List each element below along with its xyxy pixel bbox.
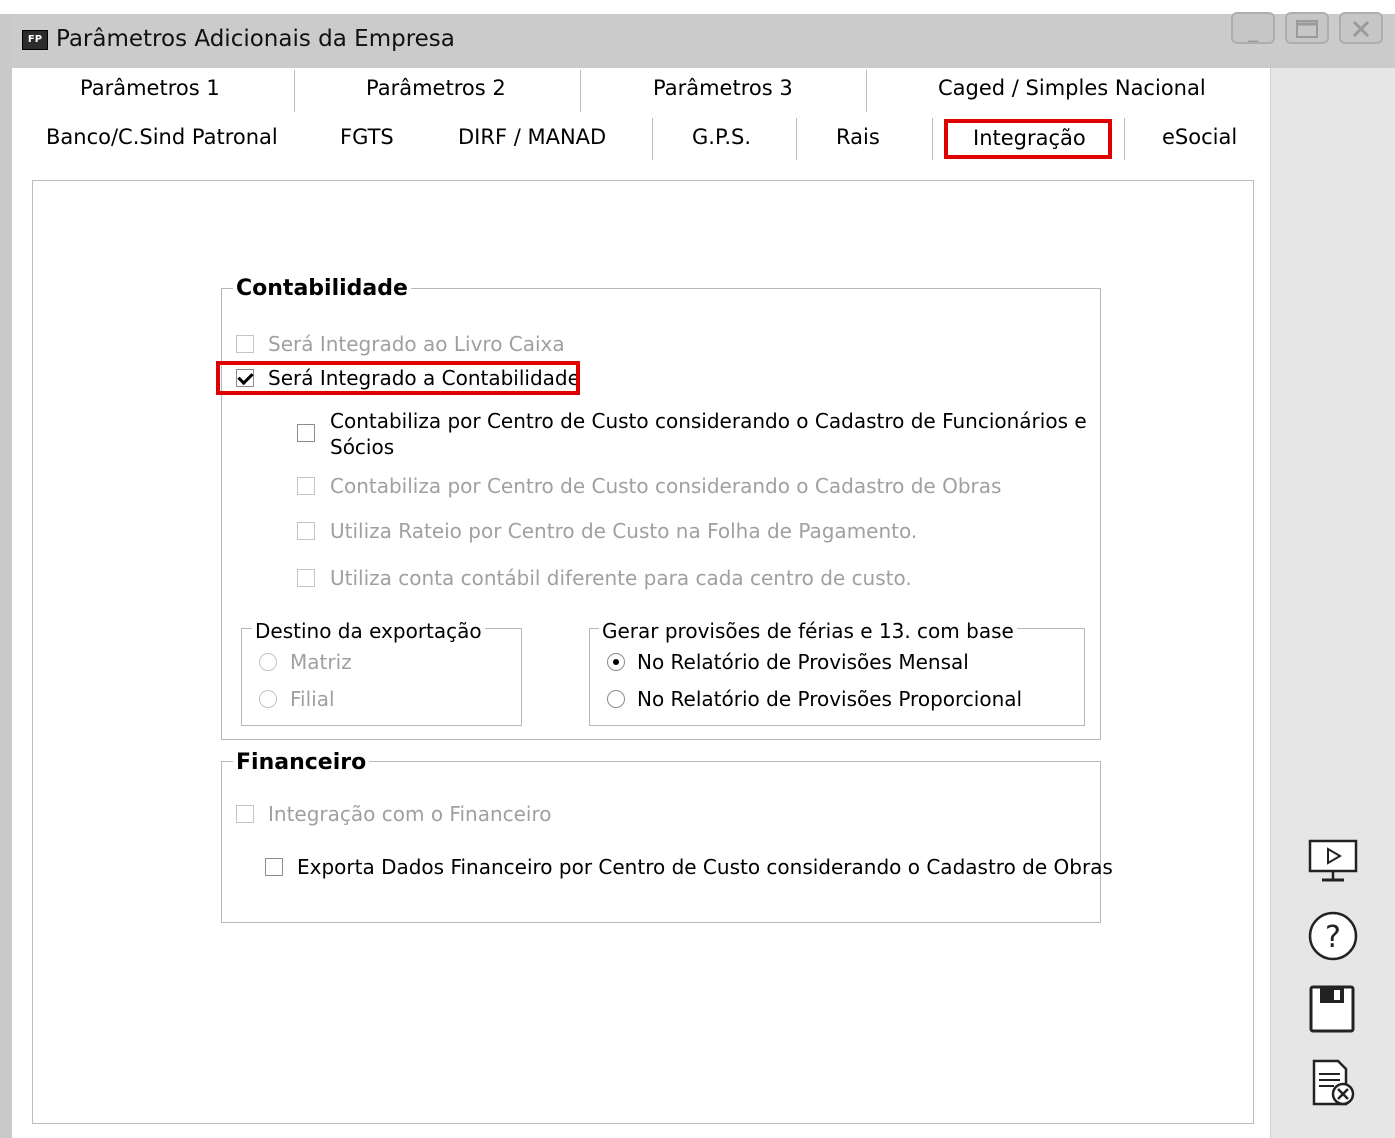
tab-separator: [866, 70, 867, 112]
app-window: FP Parâmetros Adicionais da Empresa _ ?: [0, 0, 1395, 1138]
rateio-checkbox[interactable]: [297, 522, 315, 540]
maximize-icon: [1287, 19, 1327, 43]
tab-caged-simples[interactable]: Caged / Simples Nacional: [938, 76, 1206, 100]
tab-parametros-2[interactable]: Parâmetros 2: [366, 76, 506, 100]
tab-rais[interactable]: Rais: [836, 125, 880, 149]
minimize-button[interactable]: _: [1231, 12, 1275, 44]
contabilidade-group-title: Contabilidade: [233, 276, 411, 301]
tab-separator: [580, 70, 581, 112]
right-toolbar: [1270, 68, 1395, 1138]
destino-group-title: Destino da exportação: [252, 619, 485, 643]
contabilidade-highlight-box: [216, 361, 580, 395]
tab-separator: [932, 118, 933, 160]
app-logo-icon: FP: [22, 30, 48, 50]
tab-parametros-3[interactable]: Parâmetros 3: [653, 76, 793, 100]
save-icon[interactable]: [1306, 984, 1362, 1034]
tab-banco-sind[interactable]: Banco/C.Sind Patronal: [46, 125, 278, 149]
maximize-button[interactable]: [1285, 12, 1329, 44]
exporta-financeiro-label: Exporta Dados Financeiro por Centro de C…: [297, 855, 1113, 879]
filial-radio[interactable]: [259, 690, 277, 708]
matriz-label: Matriz: [290, 650, 352, 674]
conta-contabil-label: Utiliza conta contábil diferente para ca…: [330, 566, 912, 590]
centro-custo-funcionarios-label-line1: Contabiliza por Centro de Custo consider…: [330, 409, 1087, 433]
title-bar[interactable]: FP Parâmetros Adicionais da Empresa: [12, 14, 1395, 68]
tab-separator: [796, 118, 797, 160]
help-icon[interactable]: ?: [1306, 910, 1362, 961]
presentation-icon[interactable]: [1306, 836, 1362, 886]
integracao-financeiro-checkbox[interactable]: [236, 805, 254, 823]
tab-parametros-1[interactable]: Parâmetros 1: [80, 76, 220, 100]
cancel-document-icon[interactable]: [1306, 1058, 1362, 1108]
provisoes-proporcional-radio[interactable]: [607, 690, 625, 708]
close-button[interactable]: [1339, 12, 1383, 44]
centro-custo-funcionarios-label-line2: Sócios: [330, 435, 395, 459]
window-left-border: [0, 14, 12, 1138]
exporta-financeiro-checkbox[interactable]: [265, 858, 283, 876]
centro-custo-obras-checkbox[interactable]: [297, 477, 315, 495]
financeiro-group: [221, 761, 1101, 923]
tab-separator: [294, 70, 295, 112]
filial-label: Filial: [290, 687, 335, 711]
minimize-icon: _: [1248, 18, 1258, 42]
livro-caixa-checkbox[interactable]: [236, 335, 254, 353]
tab-esocial[interactable]: eSocial: [1162, 125, 1237, 149]
financeiro-group-title: Financeiro: [233, 750, 370, 775]
centro-custo-obras-label: Contabiliza por Centro de Custo consider…: [330, 474, 1002, 498]
tab-gps[interactable]: G.P.S.: [692, 125, 751, 149]
tab-separator: [652, 118, 653, 160]
tab-highlight-box: [944, 119, 1112, 159]
svg-text:?: ?: [1325, 920, 1341, 955]
provisoes-mensal-radio[interactable]: [607, 653, 625, 671]
tab-separator: [1124, 118, 1125, 160]
centro-custo-funcionarios-checkbox[interactable]: [297, 424, 315, 442]
tab-dirf-manad[interactable]: DIRF / MANAD: [458, 125, 606, 149]
livro-caixa-label: Será Integrado ao Livro Caixa: [268, 332, 565, 356]
conta-contabil-checkbox[interactable]: [297, 569, 315, 587]
provisoes-group-title: Gerar provisões de férias e 13. com base: [599, 619, 1017, 643]
close-icon: [1341, 19, 1381, 43]
provisoes-mensal-label: No Relatório de Provisões Mensal: [637, 650, 969, 674]
integracao-financeiro-label: Integração com o Financeiro: [268, 802, 552, 826]
matriz-radio[interactable]: [259, 653, 277, 671]
tab-fgts[interactable]: FGTS: [340, 125, 394, 149]
window-title: Parâmetros Adicionais da Empresa: [56, 26, 455, 52]
provisoes-proporcional-label: No Relatório de Provisões Proporcional: [637, 687, 1023, 711]
rateio-label: Utiliza Rateio por Centro de Custo na Fo…: [330, 519, 918, 543]
